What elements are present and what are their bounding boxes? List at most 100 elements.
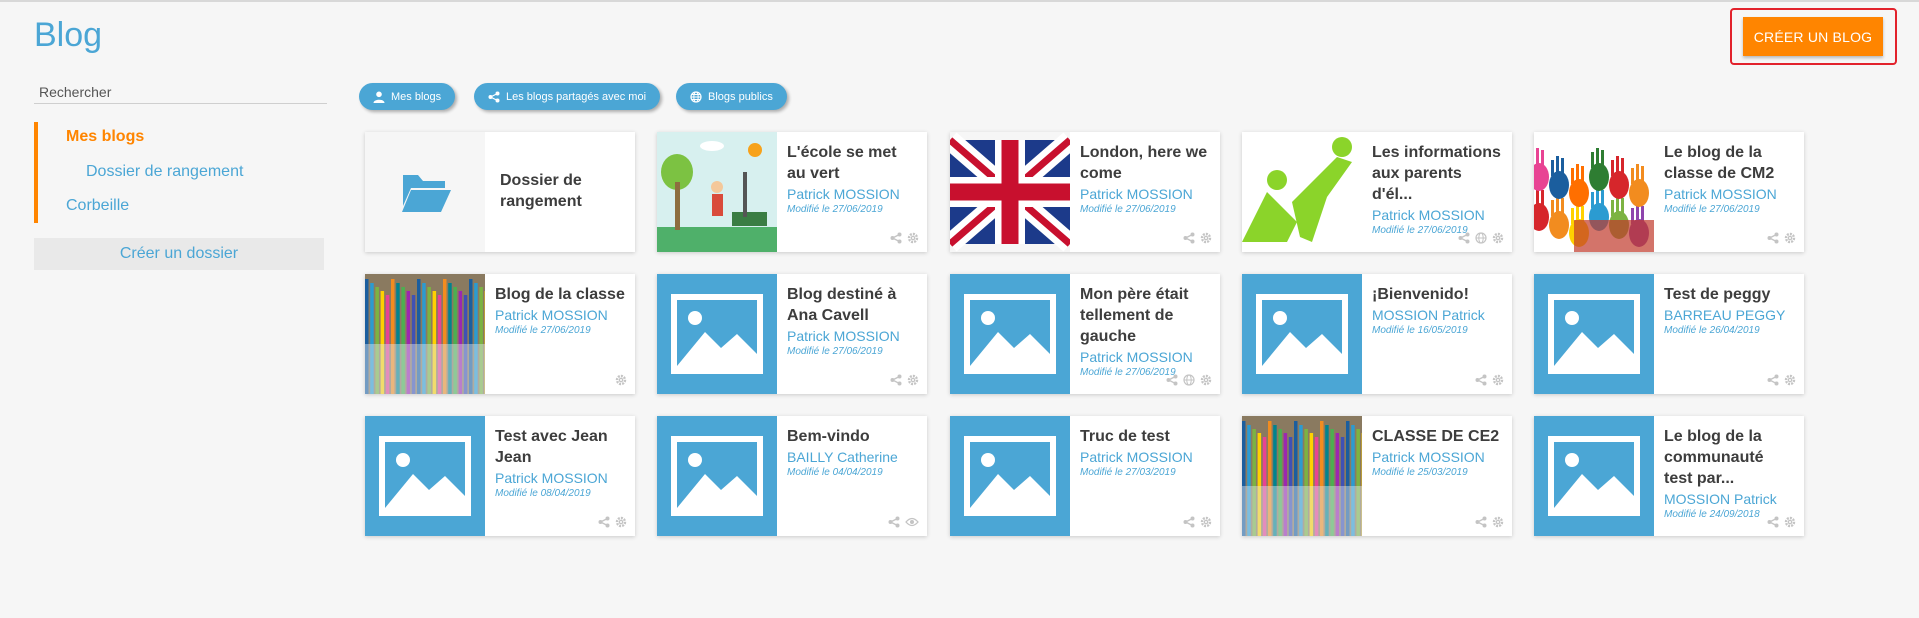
blog-card[interactable]: Blog de la classe Patrick MOSSION Modifié …: [365, 274, 635, 394]
share-icon: [1475, 516, 1487, 528]
blog-card[interactable]: Bem-vindo BAILLY Catherine Modifié le 04/0…: [657, 416, 927, 536]
blog-modified-date: Modifié le 08/04/2019: [495, 488, 591, 499]
sidebar-item-dossier-de-rangement[interactable]: Dossier de rangement: [86, 163, 243, 181]
filter-shared-blogs-button[interactable]: Les blogs partagés avec moi: [474, 83, 661, 110]
image-placeholder-icon: [1548, 436, 1640, 516]
blog-title: Test avec Jean Jean: [495, 428, 608, 466]
filter-label: Les blogs partagés avec moi: [506, 90, 647, 103]
blog-card[interactable]: Blog destiné à Ana Cavell Patrick MOSSION…: [657, 274, 927, 394]
sidebar-item-corbeille[interactable]: Corbeille: [66, 197, 129, 215]
sidebar-item-mes-blogs[interactable]: Mes blogs: [66, 128, 144, 146]
blog-thumbnail: [657, 132, 777, 252]
share-icon: [1767, 374, 1779, 386]
filter-label: Blogs publics: [708, 90, 773, 103]
blog-card[interactable]: Le blog de la classe de CM2 Patrick MOSSI…: [1534, 132, 1804, 252]
blog-card[interactable]: CLASSE DE CE2 Patrick MOSSION Modifié le 2…: [1242, 416, 1512, 536]
filter-mes-blogs-button[interactable]: Mes blogs: [359, 83, 456, 110]
school-garden-image: [657, 132, 777, 252]
create-folder-button[interactable]: Créer un dossier: [34, 238, 324, 270]
blog-modified-date: Modifié le 27/06/2019: [787, 346, 883, 357]
blog-modified-date: Modifié le 25/03/2019: [1372, 467, 1468, 478]
blog-actions[interactable]: [888, 516, 919, 528]
blog-card[interactable]: Mon père était tellement de gauche Patric…: [950, 274, 1220, 394]
gear-icon: [1784, 374, 1796, 386]
blog-actions[interactable]: [1183, 232, 1212, 244]
blog-actions[interactable]: [1767, 516, 1796, 528]
blog-actions[interactable]: [615, 374, 627, 386]
blog-modified-date: Modifié le 27/03/2019: [1080, 467, 1176, 478]
blog-actions[interactable]: [1475, 374, 1504, 386]
blog-title: Truc de test: [1080, 428, 1170, 445]
gear-icon: [1492, 516, 1504, 528]
share-icon: [890, 374, 902, 386]
blog-info: Le blog de la classe de CM2 Patrick MOSSI…: [1664, 142, 1796, 216]
blog-info: Bem-vindo BAILLY Catherine Modifié le 04/0…: [787, 426, 919, 479]
blog-info: Blog de la classe Patrick MOSSION Modifié …: [495, 284, 627, 337]
blog-thumbnail: [1242, 132, 1362, 252]
blog-card[interactable]: ¡Bienvenido! MOSSION Patrick Modifié le 16…: [1242, 274, 1512, 394]
blog-title: Test de peggy: [1664, 286, 1771, 303]
blog-actions[interactable]: [1183, 516, 1212, 528]
blog-actions[interactable]: [598, 516, 627, 528]
blog-actions[interactable]: [1767, 374, 1796, 386]
blog-card[interactable]: Les informations aux parents d'él... Patr…: [1242, 132, 1512, 252]
blog-author: Patrick MOSSION: [1080, 186, 1193, 202]
folder-thumbnail: [365, 132, 485, 252]
blog-actions[interactable]: [1458, 232, 1504, 244]
blog-modified-date: Modifié le 16/05/2019: [1372, 325, 1468, 336]
blog-card[interactable]: London, here we come Patrick MOSSION Modif…: [950, 132, 1220, 252]
blog-thumbnail: [657, 274, 777, 394]
blog-actions[interactable]: [1767, 232, 1796, 244]
folder-title: Dossier de rangement: [500, 172, 582, 210]
gear-icon: [907, 232, 919, 244]
blog-author: BARREAU PEGGY: [1664, 307, 1786, 323]
blog-actions[interactable]: [1166, 374, 1212, 386]
blog-modified-date: Modifié le 27/06/2019: [1080, 204, 1176, 215]
share-icon: [1183, 516, 1195, 528]
blog-actions[interactable]: [1475, 516, 1504, 528]
blog-author: BAILLY Catherine: [787, 449, 898, 465]
blog-title: Le blog de la communauté test par...: [1664, 428, 1764, 487]
blog-thumbnail: [950, 274, 1070, 394]
blog-author: MOSSION Patrick: [1664, 491, 1777, 507]
blog-card[interactable]: L'école se met au vert Patrick MOSSION Mod…: [657, 132, 927, 252]
blog-modified-date: Modifié le 27/06/2019: [495, 325, 591, 336]
colorful-hands-image: [1534, 132, 1654, 252]
blog-card[interactable]: Truc de test Patrick MOSSION Modifié le 27…: [950, 416, 1220, 536]
blog-title: Bem-vindo: [787, 428, 870, 445]
blog-info: ¡Bienvenido! MOSSION Patrick Modifié le 16…: [1372, 284, 1504, 337]
share-icon: [1767, 516, 1779, 528]
create-blog-button[interactable]: CRÉER UN BLOG: [1743, 17, 1883, 56]
blog-thumbnail: [365, 416, 485, 536]
filter-public-blogs-button[interactable]: Blogs publics: [676, 83, 787, 110]
blog-card[interactable]: Test avec Jean Jean Patrick MOSSION Modifi…: [365, 416, 635, 536]
blog-thumbnail: [365, 274, 485, 394]
search-input[interactable]: [34, 80, 327, 104]
blog-card[interactable]: Le blog de la communauté test par... MOSS…: [1534, 416, 1804, 536]
blog-author: Patrick MOSSION: [1664, 186, 1777, 202]
sidebar-nav: Mes blogs Dossier de rangement Corbeille: [34, 122, 324, 223]
blog-modified-date: Modifié le 26/04/2019: [1664, 325, 1760, 336]
blog-actions[interactable]: [890, 232, 919, 244]
blog-info: Test avec Jean Jean Patrick MOSSION Modifi…: [495, 426, 627, 500]
blog-author: Patrick MOSSION: [1080, 349, 1193, 365]
blog-title: Le blog de la classe de CM2: [1664, 144, 1775, 182]
gear-icon: [1492, 374, 1504, 386]
blog-card[interactable]: Test de peggy BARREAU PEGGY Modifié le 26/…: [1534, 274, 1804, 394]
blog-title: L'école se met au vert: [787, 144, 897, 182]
gear-icon: [1200, 374, 1212, 386]
blog-info: Mon père était tellement de gauche Patric…: [1080, 284, 1212, 379]
blog-info: L'école se met au vert Patrick MOSSION Mod…: [787, 142, 919, 216]
image-placeholder-icon: [1548, 294, 1640, 374]
blog-info: CLASSE DE CE2 Patrick MOSSION Modifié le 2…: [1372, 426, 1504, 479]
blog-info: London, here we come Patrick MOSSION Modif…: [1080, 142, 1212, 216]
uk-flag-image: [950, 132, 1070, 252]
folder-card[interactable]: Dossier de rangement: [365, 132, 635, 252]
share-icon: [888, 516, 900, 528]
blog-info: Le blog de la communauté test par... MOSS…: [1664, 426, 1796, 521]
blog-author: Patrick MOSSION: [495, 470, 608, 486]
gear-icon: [907, 374, 919, 386]
blog-info: Blog destiné à Ana Cavell Patrick MOSSION…: [787, 284, 919, 358]
blog-actions[interactable]: [890, 374, 919, 386]
blog-info: Truc de test Patrick MOSSION Modifié le 27…: [1080, 426, 1212, 479]
